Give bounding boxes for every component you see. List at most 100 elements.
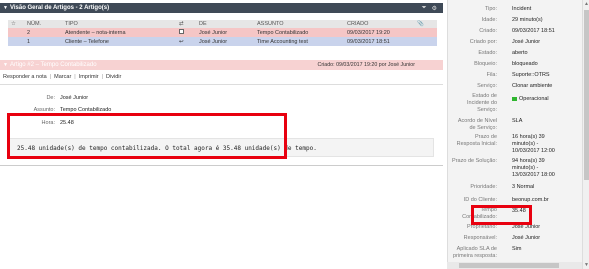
cell-direction: ↩	[176, 37, 196, 46]
separator: |	[49, 74, 52, 80]
divider	[0, 165, 443, 166]
value-tipo: Incident	[512, 6, 532, 12]
value-criado-por: José Junior	[512, 39, 541, 45]
label-id-cliente: ID do Cliente:	[463, 197, 497, 203]
label-proprietario: Proprietário:	[467, 224, 497, 230]
cell-num: 2	[24, 28, 62, 37]
table-header-row: ☆ NÚM. TIPO ⇄ DE ASSUNTO CRIADO 📎	[8, 20, 437, 28]
ticket-info-sidebar: Tipo: Incident Idade: 29 minuto(s) Criad…	[447, 0, 582, 269]
label-fila: Fila:	[486, 72, 497, 78]
label-tipo: Tipo:	[484, 6, 497, 12]
value-proprietario: José Junior	[512, 224, 541, 230]
article-table: ☆ NÚM. TIPO ⇄ DE ASSUNTO CRIADO 📎 2 Aten…	[8, 20, 437, 46]
cell-criado: 09/03/2017 19:20	[344, 28, 414, 37]
row-star	[8, 28, 24, 37]
label-estado-incidente-1: Estado de	[472, 93, 497, 99]
label-idade: Idade:	[481, 17, 497, 23]
label-prioridade: Prioridade:	[470, 184, 497, 190]
cell-direction	[176, 28, 196, 37]
col-num[interactable]: NÚM.	[24, 20, 62, 28]
field-value-de: José Junior	[60, 95, 89, 101]
cell-de: José Junior	[196, 28, 254, 37]
scroll-down-icon[interactable]: ▼	[584, 262, 589, 268]
label-prazo-resp-2: Resposta Inicial:	[456, 141, 497, 147]
value-estado-incidente: Operacional	[512, 96, 549, 103]
value-prazo-sol-2: minuto(s) -	[512, 165, 539, 171]
filter-icon[interactable]: ⏷	[422, 5, 427, 12]
value-prazo-sol-1: 94 hora(s) 39	[512, 158, 545, 164]
divider	[0, 84, 443, 85]
reply-note-link[interactable]: Responder a nota	[3, 74, 47, 80]
article-meta: Criado: 09/03/2017 19:20 por José Junior	[317, 62, 415, 68]
cell-num: 1	[24, 37, 62, 46]
value-prioridade: 3 Normal	[512, 184, 535, 190]
separator: |	[101, 74, 104, 80]
cell-tipo: Atendente – nota-interna	[62, 28, 176, 37]
label-aplicado-sla-1: Aplicado SLA de	[456, 246, 497, 252]
highlight-box	[7, 113, 287, 159]
cell-assunto: Tempo Contabilizado	[254, 28, 344, 37]
vertical-scrollbar[interactable]: ▲ ▼	[582, 0, 589, 269]
table-row[interactable]: 2 Atendente – nota-interna José Junior T…	[8, 28, 437, 37]
cell-attachment	[414, 28, 437, 37]
value-prazo-sol-3: 13/03/2017 18:00	[512, 172, 555, 178]
value-aplicado-sla: Sim	[512, 246, 522, 252]
label-acordo-1: Acordo de Nível	[457, 118, 497, 124]
label-criado: Criado:	[479, 28, 497, 34]
label-servico: Serviço:	[477, 83, 497, 89]
value-prazo-resp-3: 10/03/2017 12:00	[512, 148, 555, 154]
collapse-caret-icon[interactable]: ▼	[3, 5, 8, 11]
col-attachment[interactable]: 📎	[414, 20, 437, 28]
highlight-box	[471, 205, 532, 225]
cell-criado: 09/03/2017 18:51	[344, 37, 414, 46]
label-prazo-sol: Prazo de Solução:	[452, 158, 497, 164]
cell-de: José Junior	[196, 37, 254, 46]
article-overview-header[interactable]: ▼ Visão Geral de Artigos - 2 Artigo(s) ⏷…	[0, 3, 443, 13]
internal-note-icon	[179, 29, 184, 34]
print-link[interactable]: Imprimir	[79, 74, 99, 80]
scrollbar-thumb[interactable]	[459, 263, 559, 268]
status-operational-icon	[512, 96, 517, 101]
scroll-up-icon[interactable]: ▲	[584, 1, 589, 7]
value-criado: 09/03/2017 18:51	[512, 28, 555, 34]
table-row[interactable]: 1 Cliente – Telefone ↩ José Junior Time …	[8, 37, 437, 46]
value-prazo-resp-2: minuto(s) -	[512, 141, 539, 147]
cell-assunto: Time Accounting test	[254, 37, 344, 46]
star-column-header[interactable]: ☆	[8, 20, 24, 28]
article-title-bar[interactable]: ▼ Artigo #2 – Tempo Contabilizado Criado…	[0, 60, 443, 70]
settings-icon[interactable]: ⚙	[432, 5, 437, 12]
value-idade: 29 minuto(s)	[512, 17, 543, 23]
cell-tipo: Cliente – Telefone	[62, 37, 176, 46]
col-assunto[interactable]: ASSUNTO	[254, 20, 344, 28]
label-responsavel: Responsável:	[463, 235, 497, 241]
value-acordo: SLA	[512, 118, 523, 124]
label-bloqueio: Bloqueio:	[474, 61, 497, 67]
separator: |	[74, 74, 76, 80]
collapse-caret-icon[interactable]: ▼	[3, 62, 8, 68]
value-estado-incidente-text: Operacional	[519, 96, 549, 102]
label-estado: Estado:	[478, 50, 497, 56]
label-criado-por: Criado por:	[469, 39, 497, 45]
cell-attachment	[414, 37, 437, 46]
col-criado[interactable]: CRIADO	[344, 20, 414, 28]
field-label-de: De:	[46, 95, 55, 101]
split-link[interactable]: Dividir	[106, 74, 121, 80]
label-aplicado-sla-2: primeira resposta:	[452, 253, 497, 259]
value-id-cliente: beonup.com.br	[512, 197, 549, 203]
mark-link[interactable]: Marcar	[54, 74, 71, 80]
value-responsavel: José Junior	[512, 235, 541, 241]
value-servico: Clonar ambiente	[512, 83, 553, 89]
col-tipo[interactable]: TIPO	[62, 20, 176, 28]
col-de[interactable]: DE	[196, 20, 254, 28]
scrollbar-thumb[interactable]	[584, 10, 589, 180]
value-prazo-resp-1: 16 hora(s) 39	[512, 134, 545, 140]
row-star	[8, 37, 24, 46]
article-actions: Responder a nota | Marcar | Imprimir | D…	[3, 74, 121, 80]
horizontal-scrollbar[interactable]	[447, 262, 582, 269]
article-title: Artigo #2 – Tempo Contabilizado	[9, 62, 97, 68]
label-estado-incidente-3: Serviço:	[477, 107, 497, 113]
overview-title: Visão Geral de Artigos - 2 Artigo(s)	[9, 5, 110, 11]
left-pane: ▼ Visão Geral de Artigos - 2 Artigo(s) ⏷…	[0, 0, 443, 269]
value-bloqueio: bloqueado	[512, 61, 538, 67]
col-direction[interactable]: ⇄	[176, 20, 196, 28]
